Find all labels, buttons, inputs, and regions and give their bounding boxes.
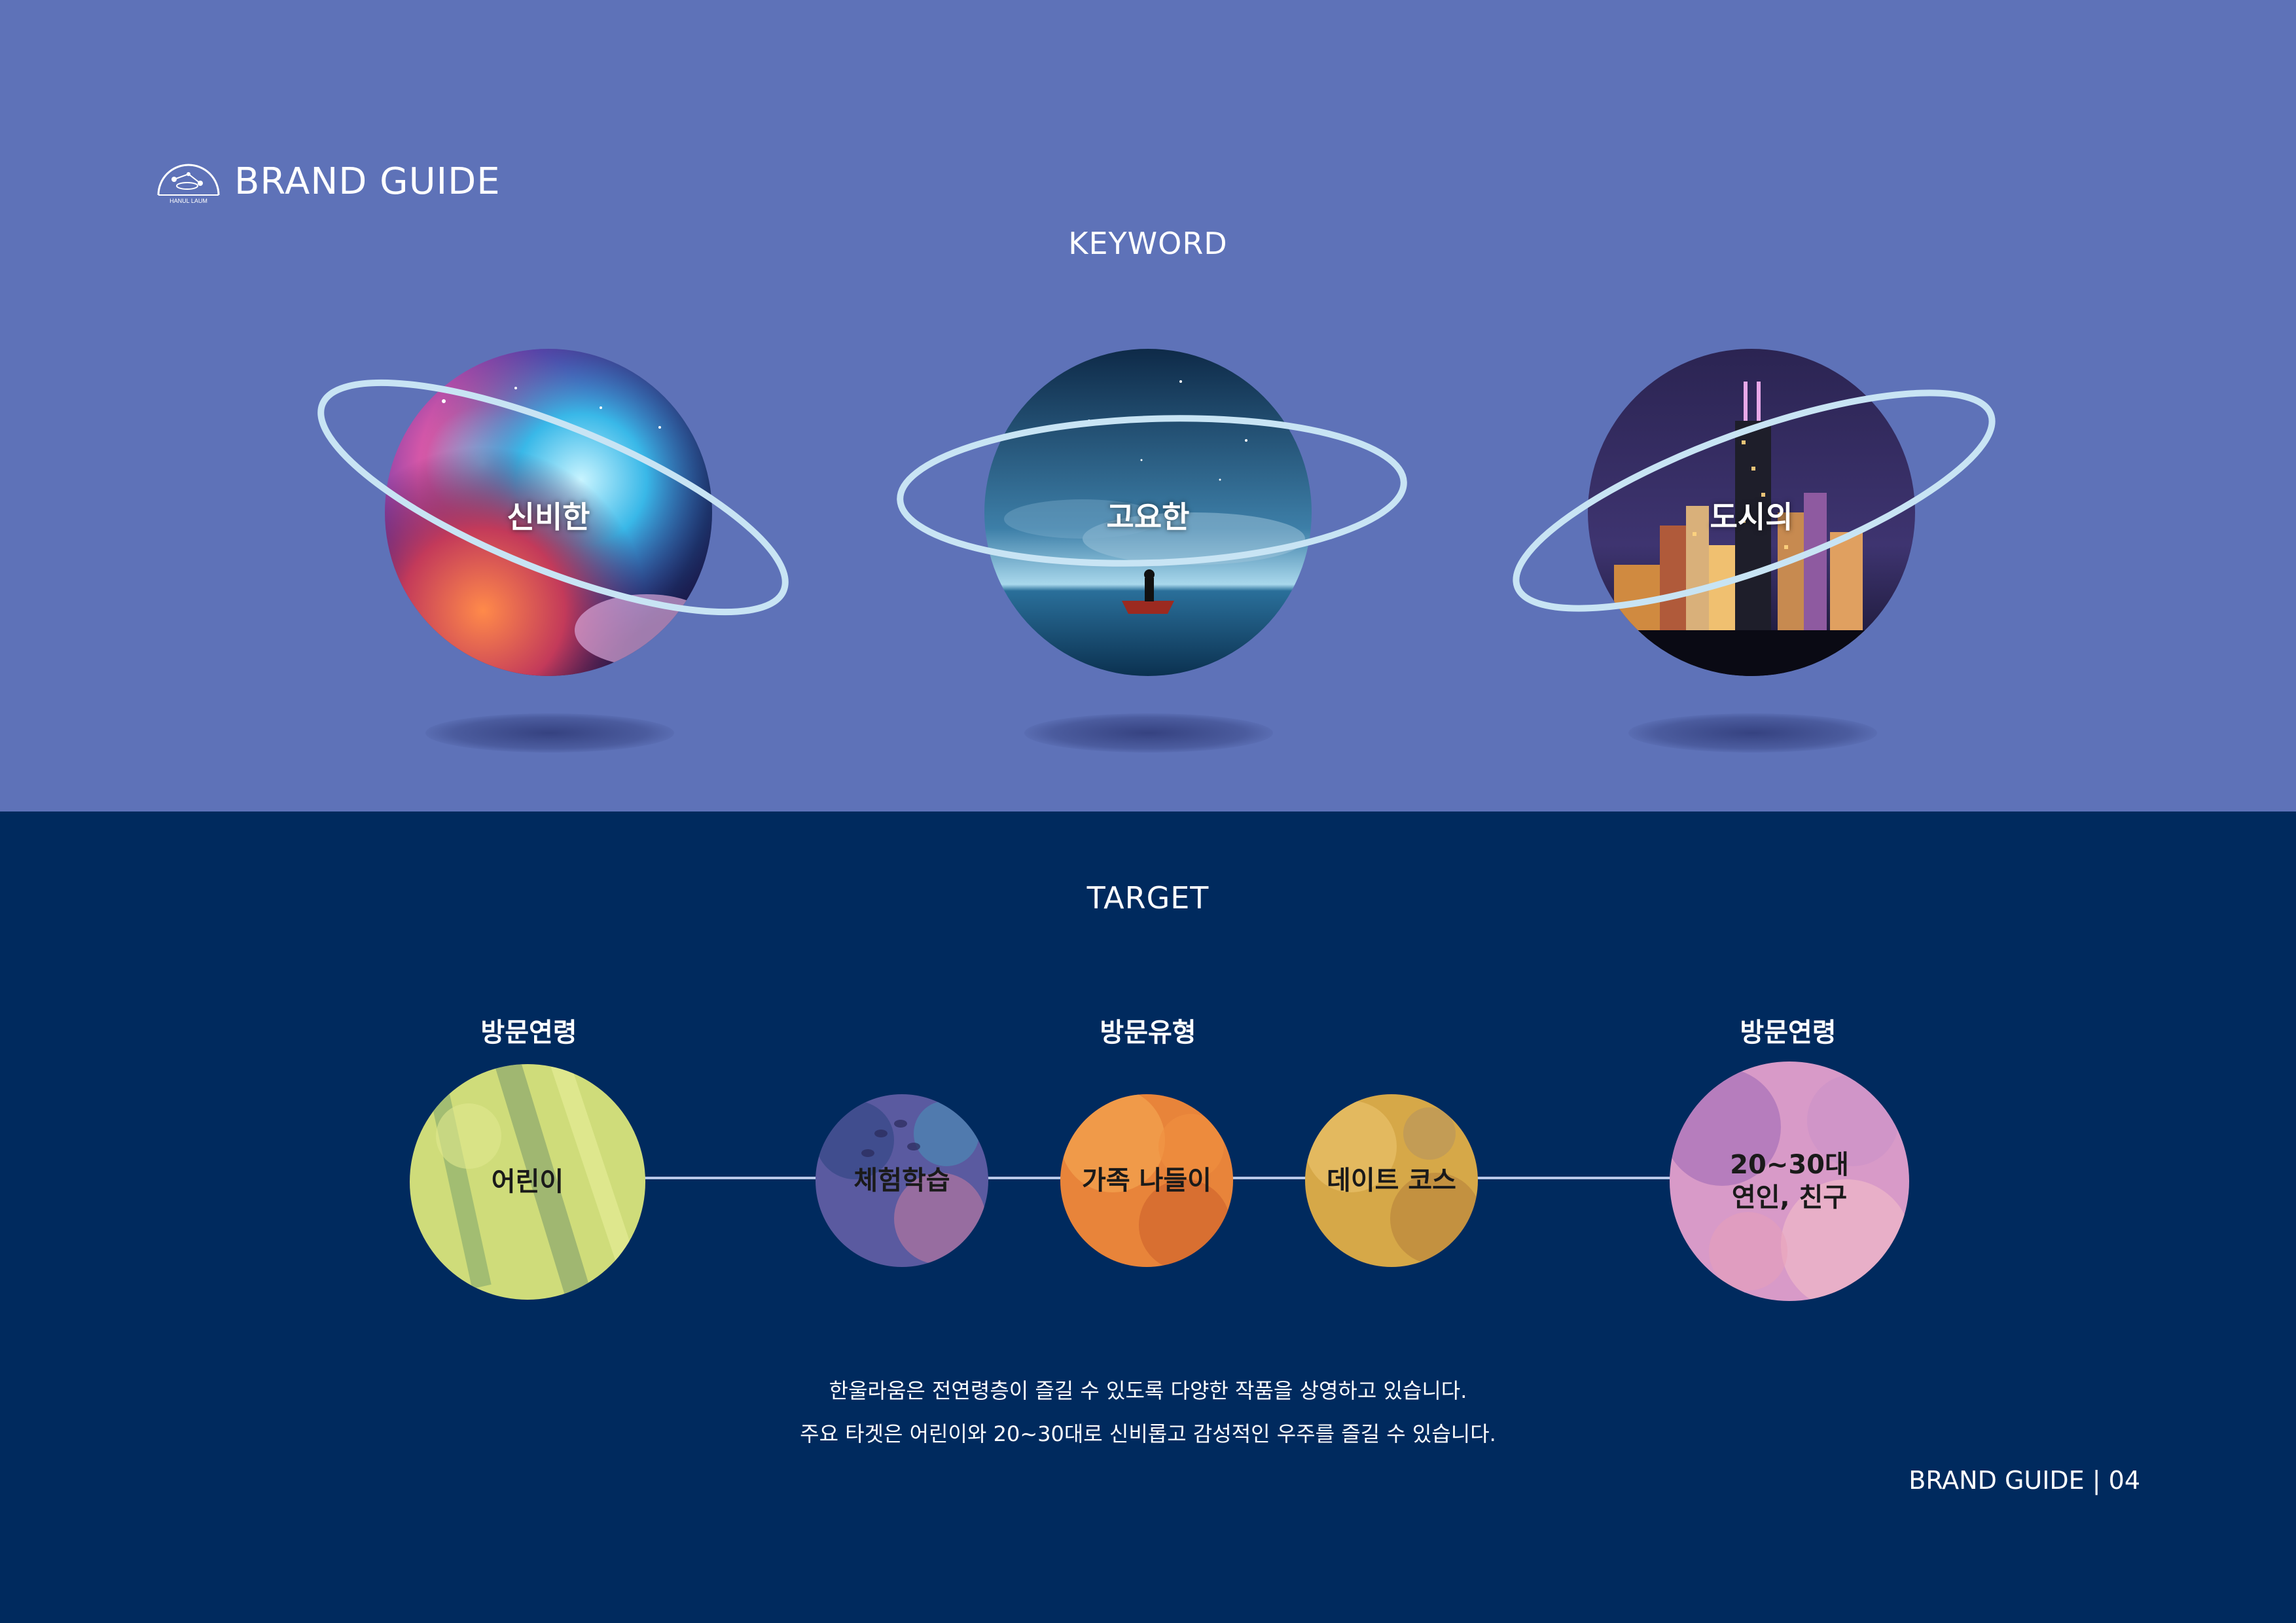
target-title: TARGET: [1086, 880, 1210, 916]
planet-ring: [897, 415, 1407, 567]
keyword-title: KEYWORD: [1068, 226, 1228, 261]
page-footer: BRAND GUIDE | 04: [1909, 1466, 2140, 1495]
brand-header: HANUL LAUM BRAND GUIDE: [154, 157, 501, 205]
logo-text: HANUL LAUM: [170, 198, 207, 204]
planet-shadow: [1628, 713, 1877, 753]
keyword-label: 신비한: [507, 499, 590, 535]
group-label-age: 방문연령: [480, 1018, 577, 1048]
keyword-label: 고요한: [1106, 499, 1190, 535]
description-line: 주요 타겟은 어린이와 20~30대로 신비롭고 감성적인 우주를 즐길 수 있…: [800, 1421, 1496, 1446]
group-label-type: 방문유형: [1100, 1018, 1196, 1048]
target-label: 체험학습: [853, 1166, 950, 1196]
planet-shadow: [1024, 713, 1273, 753]
group-label-age: 방문연령: [1740, 1018, 1837, 1048]
target-label: 데이트 코스: [1327, 1166, 1456, 1196]
hanul-laum-logo-icon: HANUL LAUM: [157, 164, 220, 204]
target-label: 20~30대 연인, 친구: [1670, 1061, 1909, 1301]
target-label-line1: 20~30대: [1730, 1150, 1849, 1180]
target-label: 가족 나들이: [1082, 1166, 1211, 1196]
target-label: 어린이: [491, 1167, 564, 1197]
description: 한울라움은 전연령층이 즐길 수 있도록 다양한 작품을 상영하고 있습니다. …: [0, 1369, 2296, 1455]
target-label-line2: 연인, 친구: [1731, 1183, 1848, 1213]
keyword-label: 도시의: [1710, 499, 1793, 535]
planet-shadow: [425, 713, 674, 753]
description-line: 한울라움은 전연령층이 즐길 수 있도록 다양한 작품을 상영하고 있습니다.: [829, 1378, 1467, 1403]
page-title: BRAND GUIDE: [234, 160, 501, 203]
